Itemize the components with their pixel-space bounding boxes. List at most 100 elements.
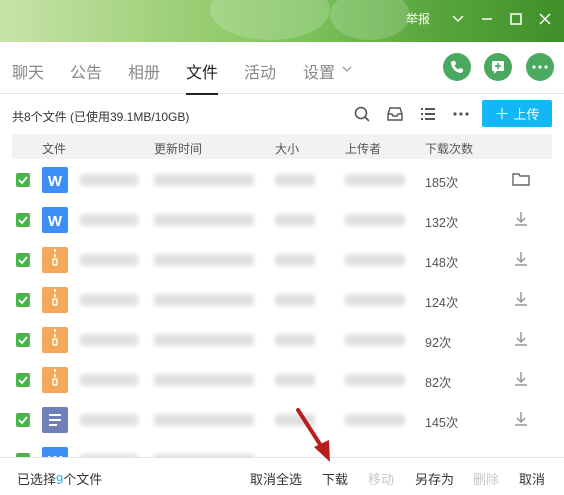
list-view-icon[interactable] bbox=[419, 105, 437, 123]
checkmark-icon bbox=[18, 416, 28, 425]
download-icon[interactable] bbox=[512, 290, 530, 308]
table-row[interactable]: 92次 bbox=[12, 320, 552, 360]
download-icon[interactable] bbox=[512, 410, 530, 428]
table-row[interactable]: 82次 bbox=[12, 360, 552, 400]
table-row[interactable]: 124次 bbox=[12, 280, 552, 320]
chevron-down-icon[interactable] bbox=[447, 8, 469, 30]
update-time-blurred bbox=[154, 174, 254, 186]
download-button[interactable]: 下载 bbox=[322, 469, 348, 488]
tab-activity[interactable]: 活动 bbox=[244, 59, 276, 83]
table-row[interactable]: 148次 bbox=[12, 240, 552, 280]
download-count: 148次 bbox=[425, 256, 459, 270]
folder-icon[interactable] bbox=[512, 170, 530, 188]
download-icon[interactable] bbox=[512, 370, 530, 388]
upload-button[interactable]: ＋ 上传 bbox=[482, 100, 552, 127]
selection-summary: 已选择9个文件 bbox=[17, 469, 102, 488]
row-checkbox[interactable] bbox=[16, 253, 30, 267]
selection-suffix: 个文件 bbox=[63, 472, 103, 487]
checkmark-icon bbox=[18, 176, 28, 185]
svg-text:W: W bbox=[48, 173, 63, 190]
file-name-blurred bbox=[80, 294, 138, 306]
chat-plus-icon bbox=[492, 61, 504, 74]
row-checkbox[interactable] bbox=[16, 293, 30, 307]
table-row[interactable]: W 132次 bbox=[12, 200, 552, 240]
maximize-icon[interactable] bbox=[505, 8, 527, 30]
inbox-icon[interactable] bbox=[386, 105, 404, 123]
uploader-blurred bbox=[345, 254, 405, 266]
size-blurred bbox=[275, 174, 315, 186]
file-name-blurred bbox=[80, 334, 138, 346]
tab-album[interactable]: 相册 bbox=[128, 59, 160, 83]
zip-file-icon bbox=[42, 327, 68, 353]
download-count: 132次 bbox=[425, 216, 459, 230]
file-name-blurred bbox=[80, 174, 138, 186]
zip-file-icon bbox=[42, 287, 68, 313]
file-name-blurred bbox=[80, 254, 138, 266]
download-count: 124次 bbox=[425, 296, 459, 310]
add-discussion-button[interactable] bbox=[484, 53, 512, 81]
download-icon[interactable] bbox=[512, 330, 530, 348]
tab-settings[interactable]: 设置 bbox=[303, 59, 335, 83]
size-blurred bbox=[275, 414, 315, 426]
zip-file-icon bbox=[42, 367, 68, 393]
save-as-button[interactable]: 另存为 bbox=[415, 469, 454, 488]
update-time-blurred bbox=[154, 214, 254, 226]
more-dots-icon[interactable] bbox=[452, 105, 470, 123]
deselect-all-button[interactable]: 取消全选 bbox=[250, 469, 302, 488]
table-header: 文件 更新时间 大小 上传者 下载次数 bbox=[12, 134, 552, 159]
background-leaf bbox=[210, 0, 330, 40]
update-time-blurred bbox=[154, 294, 254, 306]
checkmark-icon bbox=[18, 296, 28, 305]
download-count: 92次 bbox=[425, 336, 452, 350]
tab-announcement[interactable]: 公告 bbox=[70, 59, 102, 83]
more-dots-icon bbox=[532, 65, 548, 69]
phone-icon bbox=[451, 61, 463, 73]
update-time-blurred bbox=[154, 334, 254, 346]
move-button[interactable]: 移动 bbox=[368, 469, 394, 488]
column-downloads[interactable]: 下载次数 bbox=[425, 140, 473, 157]
table-row[interactable]: 145次 bbox=[12, 400, 552, 440]
chevron-down-icon[interactable] bbox=[341, 63, 353, 75]
phone-button[interactable] bbox=[443, 53, 471, 81]
row-checkbox[interactable] bbox=[16, 373, 30, 387]
document-file-icon bbox=[42, 407, 68, 433]
tab-chat[interactable]: 聊天 bbox=[12, 59, 44, 83]
delete-button[interactable]: 删除 bbox=[473, 469, 499, 488]
row-checkbox[interactable] bbox=[16, 413, 30, 427]
search-icon[interactable] bbox=[353, 105, 371, 123]
checkmark-icon bbox=[18, 216, 28, 225]
report-link[interactable]: 举报 bbox=[406, 10, 430, 27]
cancel-button[interactable]: 取消 bbox=[519, 469, 545, 488]
selection-prefix: 已选择 bbox=[17, 472, 57, 487]
word-file-icon: W bbox=[42, 207, 68, 233]
size-blurred bbox=[275, 214, 315, 226]
uploader-blurred bbox=[345, 174, 405, 186]
file-name-blurred bbox=[80, 214, 138, 226]
checkmark-icon bbox=[18, 256, 28, 265]
zip-file-icon bbox=[42, 247, 68, 273]
row-checkbox[interactable] bbox=[16, 213, 30, 227]
svg-text:W: W bbox=[48, 213, 63, 230]
download-icon[interactable] bbox=[512, 210, 530, 228]
uploader-blurred bbox=[345, 374, 405, 386]
row-checkbox[interactable] bbox=[16, 173, 30, 187]
column-file[interactable]: 文件 bbox=[42, 140, 66, 157]
checkmark-icon bbox=[18, 336, 28, 345]
plus-icon: ＋ bbox=[494, 106, 510, 123]
row-checkbox[interactable] bbox=[16, 333, 30, 347]
download-count: 145次 bbox=[425, 416, 459, 430]
uploader-blurred bbox=[345, 294, 405, 306]
title-bar: 举报 bbox=[0, 0, 564, 42]
more-button[interactable] bbox=[526, 53, 554, 81]
close-icon[interactable] bbox=[534, 8, 556, 30]
file-name-blurred bbox=[80, 374, 138, 386]
column-updated[interactable]: 更新时间 bbox=[154, 140, 202, 157]
table-row[interactable]: W 185次 bbox=[12, 160, 552, 200]
uploader-blurred bbox=[345, 334, 405, 346]
download-icon[interactable] bbox=[512, 250, 530, 268]
column-uploader[interactable]: 上传者 bbox=[345, 140, 381, 157]
column-size[interactable]: 大小 bbox=[275, 140, 299, 157]
tab-files[interactable]: 文件 bbox=[186, 59, 219, 95]
minimize-icon[interactable] bbox=[476, 8, 498, 30]
uploader-blurred bbox=[345, 414, 405, 426]
